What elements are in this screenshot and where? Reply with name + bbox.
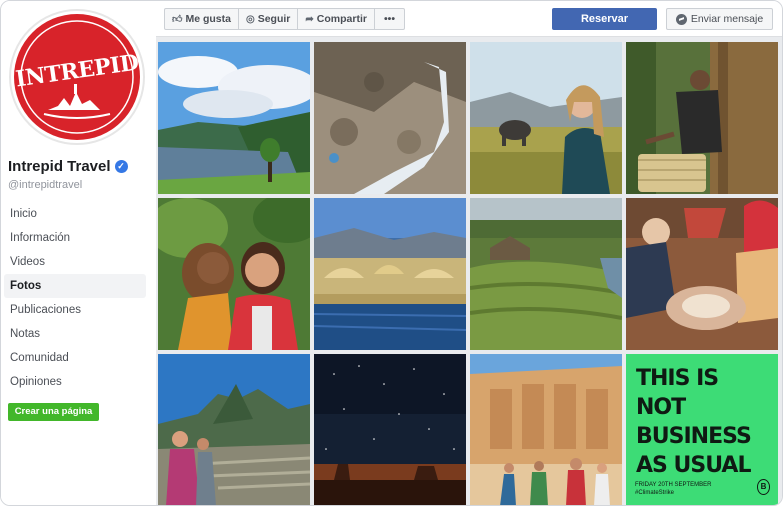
nav-item-fotos[interactable]: Fotos [4, 274, 146, 298]
page-handle[interactable]: @intrepidtravel [8, 179, 82, 191]
photo-reed-village-lake[interactable] [314, 198, 466, 350]
nav-item-publicaciones[interactable]: Publicaciones [4, 298, 146, 322]
facebook-page-window: INTREPID Intrepid Travel ✓ @intrepidtrav… [0, 0, 783, 506]
photo-abu-simbel-group[interactable] [470, 354, 622, 505]
intrepid-logo: INTREPID [14, 14, 140, 140]
photo-rocky-waterfall[interactable] [314, 42, 466, 194]
rss-icon: ◎ [245, 13, 255, 25]
more-button[interactable]: ••• [375, 9, 404, 29]
page-name: Intrepid Travel [8, 158, 111, 175]
send-message-button[interactable]: Enviar mensaje [666, 8, 773, 30]
page-nav: Inicio Información Videos Fotos Publicac… [4, 202, 146, 394]
nav-item-opiniones[interactable]: Opiniones [4, 370, 146, 394]
nav-item-inicio[interactable]: Inicio [4, 202, 146, 226]
nav-item-notas[interactable]: Notas [4, 322, 146, 346]
follow-button[interactable]: ◎ Seguir [239, 9, 299, 29]
messenger-icon [675, 13, 687, 25]
poster-headline: THIS IS NOT BUSINESS AS USUAL [636, 364, 771, 480]
poster-line-3: AS USUAL [636, 453, 751, 478]
photo-lake-landscape[interactable] [158, 42, 310, 194]
photo-selfie-couple[interactable] [158, 198, 310, 350]
like-button[interactable]: 👍︎ Me gusta [165, 9, 239, 29]
create-page-button[interactable]: Crear una página [8, 403, 99, 421]
poster-hashtag: #ClimateStrike [635, 490, 675, 496]
profile-picture[interactable]: INTREPID [9, 9, 145, 145]
more-dots-icon: ••• [383, 13, 395, 25]
poster-date: FRIDAY 20TH SEPTEMBER [635, 482, 712, 488]
page-action-group: 👍︎ Me gusta ◎ Seguir ➦ Compartir ••• [164, 8, 405, 30]
photo-cooking-women[interactable] [626, 198, 778, 350]
reserve-button[interactable]: Reservar [552, 8, 657, 30]
nav-item-comunidad[interactable]: Comunidad [4, 346, 146, 370]
thumbs-up-icon: 👍︎ [172, 14, 183, 25]
photo-climate-poster[interactable]: THIS IS NOT BUSINESS AS USUAL FRIDAY 20T… [626, 354, 778, 505]
photo-man-with-basket[interactable] [626, 42, 778, 194]
photo-wetland-aerial[interactable] [470, 198, 622, 350]
share-label: Compartir [316, 13, 367, 25]
share-arrow-icon: ➦ [305, 13, 314, 25]
send-message-label: Enviar mensaje [690, 13, 764, 25]
photo-woman-with-elephant[interactable] [470, 42, 622, 194]
poster-line-2: BUSINESS [636, 424, 752, 449]
poster-footer: FRIDAY 20TH SEPTEMBER #ClimateStrike [635, 481, 711, 497]
left-sidebar: INTREPID Intrepid Travel ✓ @intrepidtrav… [1, 1, 156, 505]
main-content: 👍︎ Me gusta ◎ Seguir ➦ Compartir ••• Res… [156, 1, 782, 505]
follow-label: Seguir [257, 13, 291, 25]
page-title[interactable]: Intrepid Travel ✓ [8, 158, 128, 175]
b-corp-icon: B [757, 479, 770, 495]
nav-item-informacion[interactable]: Información [4, 226, 146, 250]
share-button[interactable]: ➦ Compartir [298, 9, 375, 29]
photo-night-sky-desert[interactable] [314, 354, 466, 505]
like-label: Me gusta [185, 13, 231, 25]
poster-line-1: THIS IS NOT [636, 366, 719, 420]
photo-machu-picchu[interactable] [158, 354, 310, 505]
verified-check-icon: ✓ [114, 160, 128, 173]
action-bar: 👍︎ Me gusta ◎ Seguir ➦ Compartir ••• Res… [156, 1, 782, 37]
photo-grid: THIS IS NOT BUSINESS AS USUAL FRIDAY 20T… [158, 42, 778, 505]
nav-item-videos[interactable]: Videos [4, 250, 146, 274]
